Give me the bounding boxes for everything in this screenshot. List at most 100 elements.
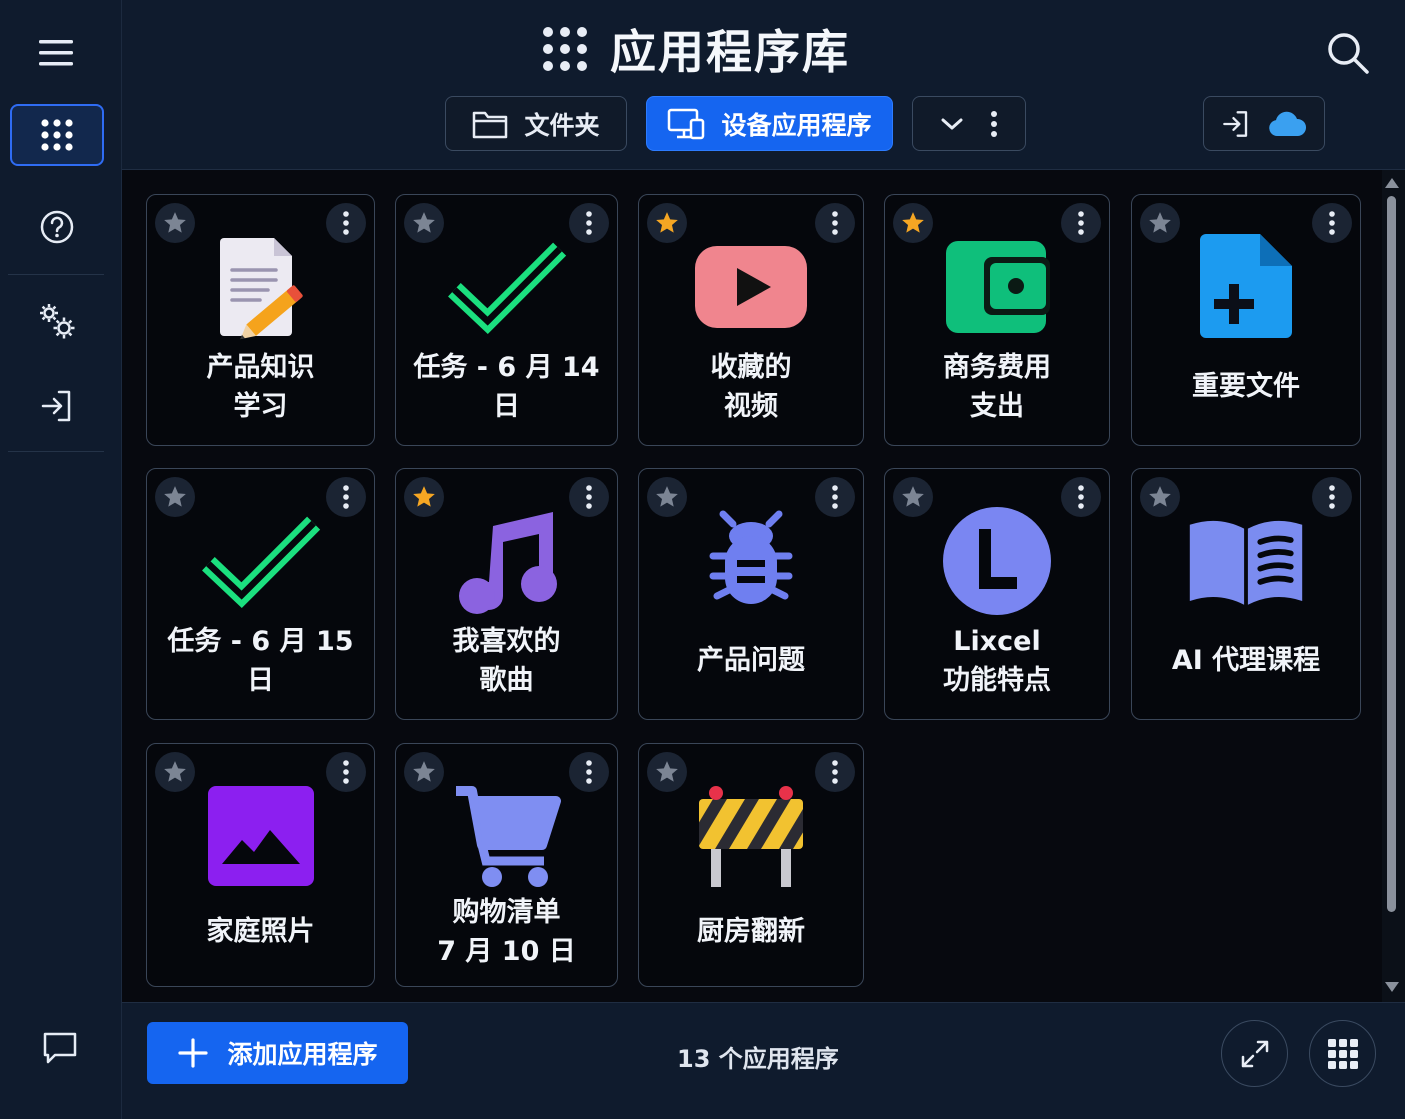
favorite-star-button[interactable] (647, 203, 687, 243)
star-icon (413, 486, 435, 507)
page-title-text: 应用程序库 (610, 25, 850, 79)
help-button[interactable] (10, 196, 104, 258)
app-more-button[interactable] (815, 477, 855, 517)
app-label: 家庭照片 (206, 916, 315, 948)
scroll-up-arrow[interactable] (1385, 178, 1399, 188)
more-vertical-icon (1078, 211, 1084, 235)
app-tile[interactable]: 家庭照片 (146, 743, 375, 987)
cloud-sync-button[interactable] (1203, 96, 1325, 151)
favorite-star-button[interactable] (404, 477, 444, 517)
tab-folders[interactable]: 文件夹 (445, 96, 627, 151)
app-tile[interactable]: 厨房翻新 (638, 743, 864, 987)
sidebar-divider (8, 274, 104, 275)
star-icon (902, 212, 924, 233)
settings-button[interactable] (10, 290, 104, 352)
app-label: 产品问题 (697, 645, 805, 677)
feedback-button[interactable] (42, 1030, 82, 1070)
app-more-button[interactable] (1312, 477, 1352, 517)
app-label: 收藏的 视频 (710, 351, 792, 422)
app-label: 购物清单 7 月 10 日 (437, 896, 576, 967)
search-button[interactable] (1325, 30, 1371, 76)
favorite-star-button[interactable] (647, 477, 687, 517)
app-tile[interactable]: 商务费用 支出 (884, 194, 1110, 446)
more-vertical-icon (832, 760, 838, 784)
favorite-star-button[interactable] (404, 752, 444, 792)
sign-in-icon (41, 390, 71, 422)
star-icon (656, 212, 678, 233)
favorite-star-button[interactable] (404, 203, 444, 243)
favorite-star-button[interactable] (155, 752, 195, 792)
app-tile[interactable]: 购物清单 7 月 10 日 (395, 743, 618, 987)
app-more-button[interactable] (569, 477, 609, 517)
menu-button[interactable] (10, 22, 104, 84)
app-more-button[interactable] (326, 477, 366, 517)
open-book-icon (1186, 505, 1306, 617)
more-vertical-icon (991, 110, 997, 137)
app-tile[interactable]: 收藏的 视频 (638, 194, 864, 446)
star-icon (164, 761, 186, 782)
app-tile[interactable]: 产品知识 学习 (146, 194, 375, 446)
more-vertical-icon (343, 485, 349, 509)
scroll-down-arrow[interactable] (1385, 982, 1399, 992)
app-tile[interactable]: 我喜欢的 歌曲 (395, 468, 618, 720)
app-tile[interactable]: 任务 - 6 月 15 日 (146, 468, 375, 720)
star-icon (164, 212, 186, 233)
favorite-star-button[interactable] (647, 752, 687, 792)
favorite-star-button[interactable] (1140, 477, 1180, 517)
app-label: 任务 - 6 月 14 日 (413, 351, 600, 422)
tab-device-apps[interactable]: 设备应用程序 (646, 96, 893, 151)
app-label: 我喜欢的 歌曲 (452, 625, 561, 696)
wallet-icon (937, 231, 1057, 343)
add-app-button[interactable]: 添加应用程序 (147, 1022, 408, 1084)
favorite-star-button[interactable] (155, 203, 195, 243)
tab-folders-label: 文件夹 (524, 110, 600, 140)
scroll-thumb[interactable] (1387, 196, 1396, 912)
app-tile[interactable]: 产品问题 (638, 468, 864, 720)
app-more-button[interactable] (1312, 203, 1352, 243)
app-tile[interactable]: 重要文件 (1131, 194, 1361, 446)
favorite-star-button[interactable] (1140, 203, 1180, 243)
more-vertical-icon (1329, 211, 1335, 235)
sidebar-divider (8, 451, 104, 452)
expand-button[interactable] (1221, 1020, 1288, 1087)
sign-in-button[interactable] (10, 375, 104, 437)
music-note-icon (447, 505, 567, 617)
add-app-label: 添加应用程序 (227, 1040, 378, 1069)
app-more-button[interactable] (326, 203, 366, 243)
page-title: 应用程序库 (542, 18, 850, 80)
sidebar-item-apps[interactable] (10, 104, 104, 166)
star-icon (164, 486, 186, 507)
checkmark-icon (201, 505, 321, 617)
more-vertical-icon (586, 760, 592, 784)
app-label: 产品知识 学习 (206, 351, 315, 422)
video-play-icon (691, 231, 811, 343)
app-tile[interactable]: 任务 - 6 月 14 日 (395, 194, 618, 446)
star-icon (413, 761, 435, 782)
favorite-star-button[interactable] (893, 477, 933, 517)
app-more-button[interactable] (815, 203, 855, 243)
apps-grid-icon (543, 27, 587, 71)
app-tile[interactable]: Lixcel 功能特点 (884, 468, 1110, 720)
cart-icon (447, 780, 567, 892)
expand-icon (1241, 1040, 1268, 1067)
favorite-star-button[interactable] (893, 203, 933, 243)
settings-icon (40, 304, 75, 339)
apps-grid-icon (41, 119, 73, 151)
scrollbar[interactable] (1382, 170, 1405, 1002)
app-more-button[interactable] (815, 752, 855, 792)
app-tile[interactable]: AI 代理课程 (1131, 468, 1361, 720)
app-more-button[interactable] (326, 752, 366, 792)
app-more-button[interactable] (569, 203, 609, 243)
star-icon (902, 486, 924, 507)
app-label: 厨房翻新 (697, 916, 805, 948)
more-vertical-icon (832, 211, 838, 235)
app-more-button[interactable] (1061, 477, 1101, 517)
star-icon (1149, 212, 1171, 233)
device-icon (668, 108, 705, 139)
favorite-star-button[interactable] (155, 477, 195, 517)
header: 应用程序库 文件夹 设备应用程序 (122, 0, 1405, 170)
grid-view-button[interactable] (1309, 1020, 1376, 1087)
app-more-button[interactable] (1061, 203, 1101, 243)
app-more-button[interactable] (569, 752, 609, 792)
more-tabs-dropdown[interactable] (912, 96, 1026, 151)
